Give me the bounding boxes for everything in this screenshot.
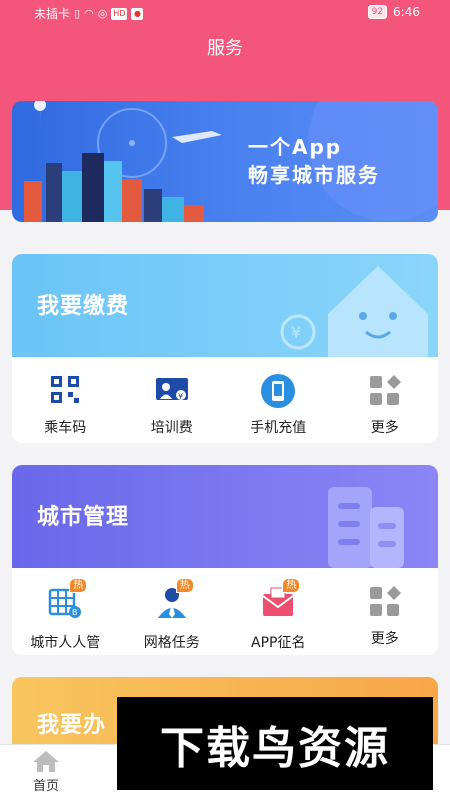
- handle-card-title: 我要办: [37, 713, 107, 738]
- status-bar: 未插卡 ▯ ◠ ◎ HD ● 92 6:46: [0, 0, 450, 26]
- service-label: 更多: [370, 631, 399, 647]
- status-left: 未插卡 ▯ ◠ ◎ HD ●: [34, 5, 144, 22]
- hot-badge: 热: [69, 578, 88, 593]
- payment-services: 乘车码 ¥ 培训费 手机充值 更多: [12, 357, 438, 443]
- city-services: B 热 城市人人管 热 网格任务 热 APP征名 更多: [12, 568, 438, 654]
- wifi-icon: ◠: [84, 6, 94, 20]
- smiling-house-icon: ¥: [280, 266, 428, 357]
- svg-text:¥: ¥: [291, 323, 301, 342]
- buildings-illustration: [328, 487, 404, 568]
- service-label: 培训费: [150, 420, 193, 436]
- service-mobile-topup[interactable]: 手机充值: [225, 357, 332, 443]
- service-app-naming[interactable]: 热 APP征名: [225, 568, 332, 654]
- service-ride-code[interactable]: 乘车码: [12, 357, 119, 443]
- page-title: 服务: [207, 38, 243, 59]
- more-grid-icon: [369, 586, 401, 616]
- banner-slogan-line1: 一个App: [248, 135, 343, 159]
- city-card-header[interactable]: 城市管理: [12, 465, 438, 568]
- home-icon: [33, 751, 59, 772]
- clock: 6:46: [393, 5, 420, 19]
- watermark-overlay: 下载鸟资源: [117, 697, 433, 790]
- service-grid-tasks[interactable]: 热 网格任务: [119, 568, 226, 654]
- service-label: APP征名: [251, 635, 306, 651]
- service-label: 网格任务: [143, 635, 200, 651]
- city-management-card: 城市管理 B 热 城市人人管 热 网格任务 热 APP征名 更多: [12, 465, 438, 655]
- more-grid-icon: [369, 375, 401, 405]
- promo-banner[interactable]: 一个App 畅享城市服务: [12, 101, 438, 222]
- sync-icon: ◎: [97, 6, 108, 20]
- qr-code-icon: [51, 376, 80, 403]
- hd-badge: HD: [111, 7, 128, 20]
- svg-text:B: B: [72, 608, 78, 617]
- payment-card: 我要缴费 ¥ 乘车码 ¥ 培训费 手机充值 更多: [12, 254, 438, 443]
- banner-slogan: 一个App 畅享城市服务: [248, 133, 380, 189]
- hot-badge: 热: [175, 578, 194, 593]
- city-card-title: 城市管理: [37, 505, 130, 530]
- mic-icon: ●: [131, 7, 144, 20]
- service-label: 乘车码: [44, 420, 87, 436]
- service-city-everyone[interactable]: B 热 城市人人管: [12, 568, 119, 654]
- service-label: 手机充值: [250, 420, 307, 436]
- service-label: 更多: [370, 420, 399, 436]
- tab-home-label: 首页: [32, 779, 59, 794]
- payment-card-title: 我要缴费: [37, 294, 130, 319]
- status-right: 92 6:46: [367, 5, 420, 19]
- tab-home[interactable]: 首页: [22, 749, 70, 794]
- service-training-fee[interactable]: ¥ 培训费: [119, 357, 226, 443]
- banner-slogan-line2: 畅享城市服务: [248, 163, 380, 187]
- service-more-city[interactable]: 更多: [332, 568, 439, 654]
- battery-indicator: 92: [367, 5, 388, 19]
- service-more[interactable]: 更多: [332, 357, 439, 443]
- sim-icon: ▯: [74, 6, 81, 20]
- hot-badge: 热: [282, 578, 301, 593]
- training-board-icon: ¥: [155, 378, 188, 401]
- mobile-phone-icon: [261, 374, 296, 408]
- carrier-text: 未插卡: [34, 7, 71, 21]
- payment-card-header[interactable]: 我要缴费 ¥: [12, 254, 438, 357]
- svg-text:¥: ¥: [178, 392, 183, 401]
- city-skyline-illustration: [24, 101, 222, 222]
- service-label: 城市人人管: [30, 635, 101, 651]
